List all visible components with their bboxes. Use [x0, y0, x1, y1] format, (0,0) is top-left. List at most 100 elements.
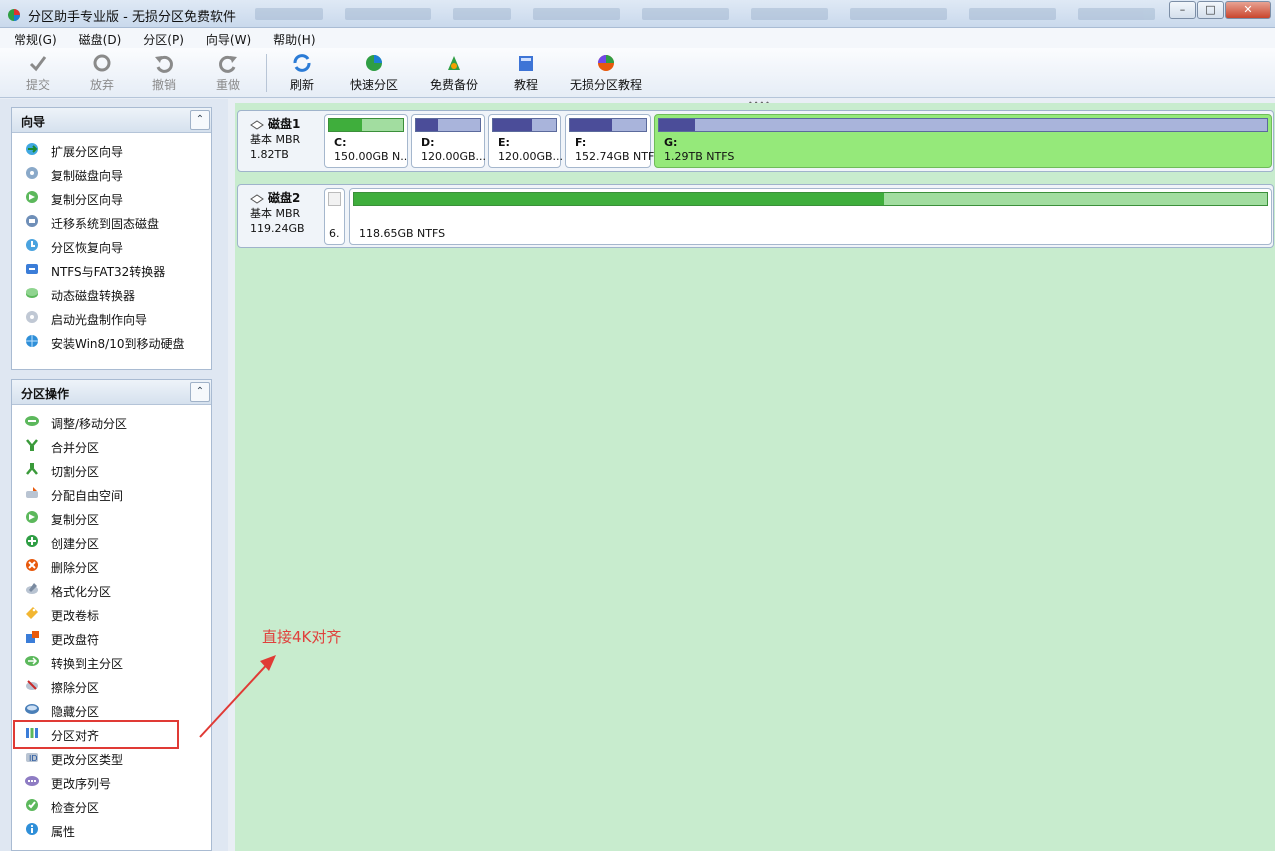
disk-2-type: 基本 MBR: [250, 207, 301, 220]
wizard-item-dynamic-disk[interactable]: 动态磁盘转换器: [12, 282, 211, 306]
menu-partition[interactable]: 分区(P): [129, 28, 192, 48]
merge-icon: [26, 439, 38, 451]
recovery-icon: [26, 239, 38, 251]
op-label: 更改盘符: [51, 633, 100, 647]
op-convert-primary[interactable]: 转换到主分区: [12, 650, 211, 674]
wizard-item-label: 复制磁盘向导: [51, 169, 124, 183]
discard-button[interactable]: 放弃: [90, 52, 114, 93]
free-backup-button[interactable]: 免费备份: [430, 52, 478, 93]
wizard-item-recovery[interactable]: 分区恢复向导: [12, 234, 211, 258]
partition-size: 118.65GB NTFS: [359, 227, 446, 240]
op-check[interactable]: 检查分区: [12, 794, 211, 818]
wizard-item-extend[interactable]: 扩展分区向导: [12, 138, 211, 162]
op-change-label[interactable]: 更改卷标: [12, 602, 211, 626]
lossless-tutorial-button[interactable]: 无损分区教程: [570, 52, 642, 93]
split-icon: [26, 463, 38, 475]
create-icon: [26, 535, 38, 547]
op-change-letter[interactable]: 更改盘符: [12, 626, 211, 650]
partition-c[interactable]: C: 150.00GB N...: [324, 114, 408, 168]
wizard-item-ntfs-fat32[interactable]: NTFS与FAT32转换器: [12, 258, 211, 282]
refresh-button[interactable]: 刷新: [290, 52, 314, 93]
menu-general[interactable]: 常规(G): [0, 28, 65, 48]
op-label: 合并分区: [51, 441, 100, 455]
disk-2-size: 119.24GB: [250, 222, 305, 235]
toolbar-separator: [266, 54, 267, 92]
maximize-button[interactable]: □: [1197, 1, 1224, 19]
disk-1-name-row: 磁盘1: [250, 117, 322, 132]
dynamic-disk-icon: [26, 288, 38, 298]
op-label: 隐藏分区: [51, 705, 100, 719]
usage-bar: [492, 118, 557, 132]
partition-reserved[interactable]: 6.: [324, 188, 345, 245]
menu-wizard[interactable]: 向导(W): [192, 28, 259, 48]
op-split[interactable]: 切割分区: [12, 458, 211, 482]
redo-icon: [219, 55, 237, 73]
menu-help[interactable]: 帮助(H): [259, 28, 323, 48]
partition-letter: C:: [334, 136, 347, 149]
op-copy-partition[interactable]: 复制分区: [12, 506, 211, 530]
op-allocate-free[interactable]: 分配自由空间: [12, 482, 211, 506]
tutorial-button[interactable]: 教程: [514, 52, 538, 93]
partition-e[interactable]: E: 120.00GB...: [488, 114, 562, 168]
op-label: 检查分区: [51, 801, 100, 815]
quick-partition-button[interactable]: 快速分区: [350, 52, 398, 93]
wizard-item-label: 动态磁盘转换器: [51, 289, 136, 303]
op-wipe[interactable]: 擦除分区: [12, 674, 211, 698]
op-merge[interactable]: 合并分区: [12, 434, 211, 458]
tutorial-label: 教程: [514, 78, 539, 92]
convert-icon: [26, 264, 38, 274]
partition-main[interactable]: 118.65GB NTFS: [349, 188, 1272, 245]
redo-button[interactable]: 重做: [216, 52, 240, 93]
globe-icon: [26, 335, 38, 347]
partition-f[interactable]: F: 152.74GB NTFS: [565, 114, 655, 168]
window-title: 分区助手专业版 - 无损分区免费软件: [28, 10, 236, 25]
op-delete[interactable]: 删除分区: [12, 554, 211, 578]
partition-d[interactable]: D: 120.00GB...: [411, 114, 485, 168]
op-hide[interactable]: 隐藏分区: [12, 698, 211, 722]
partition-g[interactable]: G: 1.29TB NTFS: [654, 114, 1272, 168]
op-properties[interactable]: 属性: [12, 818, 211, 842]
op-label: 属性: [51, 825, 76, 839]
commit-label: 提交: [26, 78, 51, 92]
lossless-tutorial-label: 无损分区教程: [570, 78, 643, 92]
op-change-serial[interactable]: 更改序列号: [12, 770, 211, 794]
collapse-wizard-button[interactable]: ⌃: [190, 110, 210, 130]
op-change-type[interactable]: ID 更改分区类型: [12, 746, 211, 770]
undo-button[interactable]: 撤销: [152, 52, 176, 93]
disk-2-name-row: 磁盘2: [250, 191, 322, 206]
usage-fill: [416, 119, 439, 131]
minimize-button[interactable]: –: [1169, 1, 1196, 19]
copy-icon: [26, 511, 38, 523]
disk-2-row[interactable]: 磁盘2 基本 MBR 119.24GB 6. 118.65GB NTFS: [237, 184, 1274, 248]
usage-fill: [354, 193, 884, 205]
usage-bar: [569, 118, 647, 132]
book-icon: [519, 56, 533, 71]
collapse-ops-button[interactable]: ⌃: [190, 382, 210, 402]
menu-disk[interactable]: 磁盘(D): [65, 28, 130, 48]
wizard-item-copy-partition[interactable]: 复制分区向导: [12, 186, 211, 210]
quick-partition-label: 快速分区: [350, 78, 399, 92]
free-backup-label: 免费备份: [430, 78, 479, 92]
op-resize-move[interactable]: 调整/移动分区: [12, 410, 211, 434]
wizard-item-win-to-go[interactable]: 安装Win8/10到移动硬盘: [12, 330, 211, 354]
wizard-item-migrate-ssd[interactable]: 迁移系统到固态磁盘: [12, 210, 211, 234]
commit-button[interactable]: 提交: [26, 52, 50, 93]
discard-label: 放弃: [90, 78, 115, 92]
wizard-panel: 向导 ⌃ 扩展分区向导 复制磁盘向导 复制分区向导 迁移系统到固态磁盘 分区恢复…: [11, 107, 212, 370]
menu-bar: 常规(G) 磁盘(D) 分区(P) 向导(W) 帮助(H): [0, 28, 1275, 48]
partition-letter: 6.: [329, 227, 340, 240]
usage-fill: [329, 119, 363, 131]
op-create[interactable]: 创建分区: [12, 530, 211, 554]
op-label: 调整/移动分区: [51, 417, 128, 431]
op-label: 更改分区类型: [51, 753, 124, 767]
wizard-item-boot-cd[interactable]: 启动光盘制作向导: [12, 306, 211, 330]
disk-1-row[interactable]: 磁盘1 基本 MBR 1.82TB C: 150.00GB N... D: 12…: [237, 110, 1274, 172]
convert-primary-icon: [25, 656, 39, 666]
disk-icon: [250, 193, 264, 204]
wizard-item-copy-disk[interactable]: 复制磁盘向导: [12, 162, 211, 186]
close-button[interactable]: ✕: [1225, 1, 1271, 19]
op-format[interactable]: 格式化分区: [12, 578, 211, 602]
hide-icon: [25, 704, 39, 714]
usage-bar: [328, 118, 404, 132]
resize-icon: [25, 416, 39, 426]
